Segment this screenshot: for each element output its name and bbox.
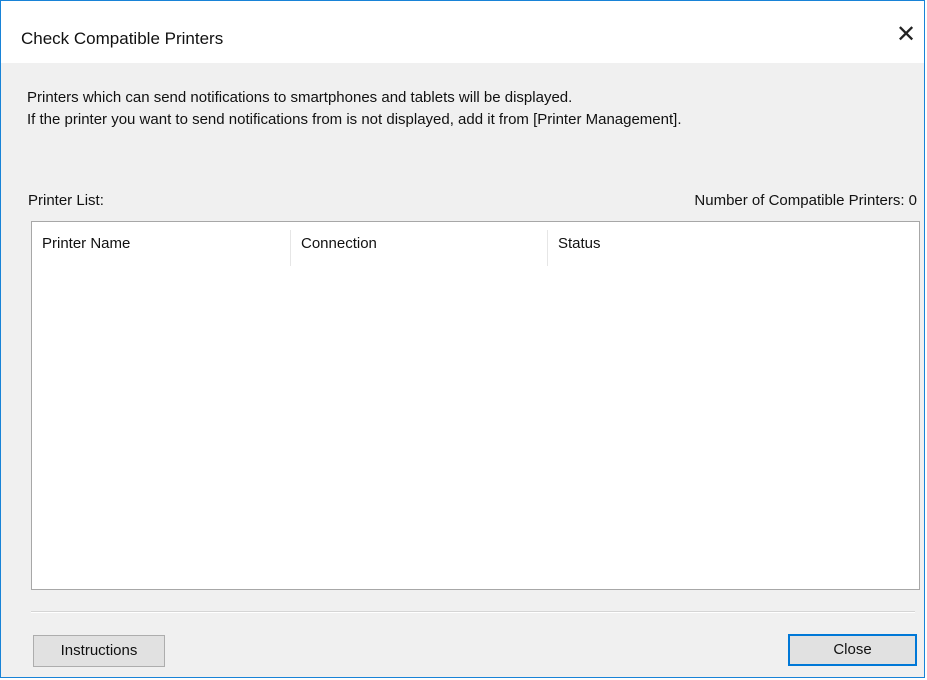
description-line-2: If the printer you want to send notifica…: [27, 111, 682, 128]
compatible-printers-count-value: 0: [908, 192, 917, 209]
printer-list-label: Printer List:: [28, 192, 104, 209]
column-header-connection[interactable]: Connection: [291, 222, 547, 266]
printer-list-view[interactable]: Printer Name Connection Status: [31, 221, 920, 590]
description-text: Printers which can send notifications to…: [27, 87, 682, 131]
column-header-status[interactable]: Status: [548, 222, 919, 266]
description-line-1: Printers which can send notifications to…: [27, 89, 573, 106]
instructions-button[interactable]: Instructions: [33, 635, 165, 667]
compatible-printers-count-label: Number of Compatible Printers:: [694, 192, 909, 209]
close-button[interactable]: Close: [788, 634, 917, 666]
title-bar: Check Compatible Printers ✕: [1, 1, 924, 63]
column-header-printer-name[interactable]: Printer Name: [32, 222, 290, 266]
close-icon[interactable]: ✕: [892, 21, 920, 49]
compatible-printers-count: Number of Compatible Printers: 0: [694, 192, 917, 209]
window-title: Check Compatible Printers: [21, 29, 224, 48]
footer-separator: [31, 611, 915, 613]
check-compatible-printers-dialog: Check Compatible Printers ✕ Printers whi…: [0, 0, 925, 678]
